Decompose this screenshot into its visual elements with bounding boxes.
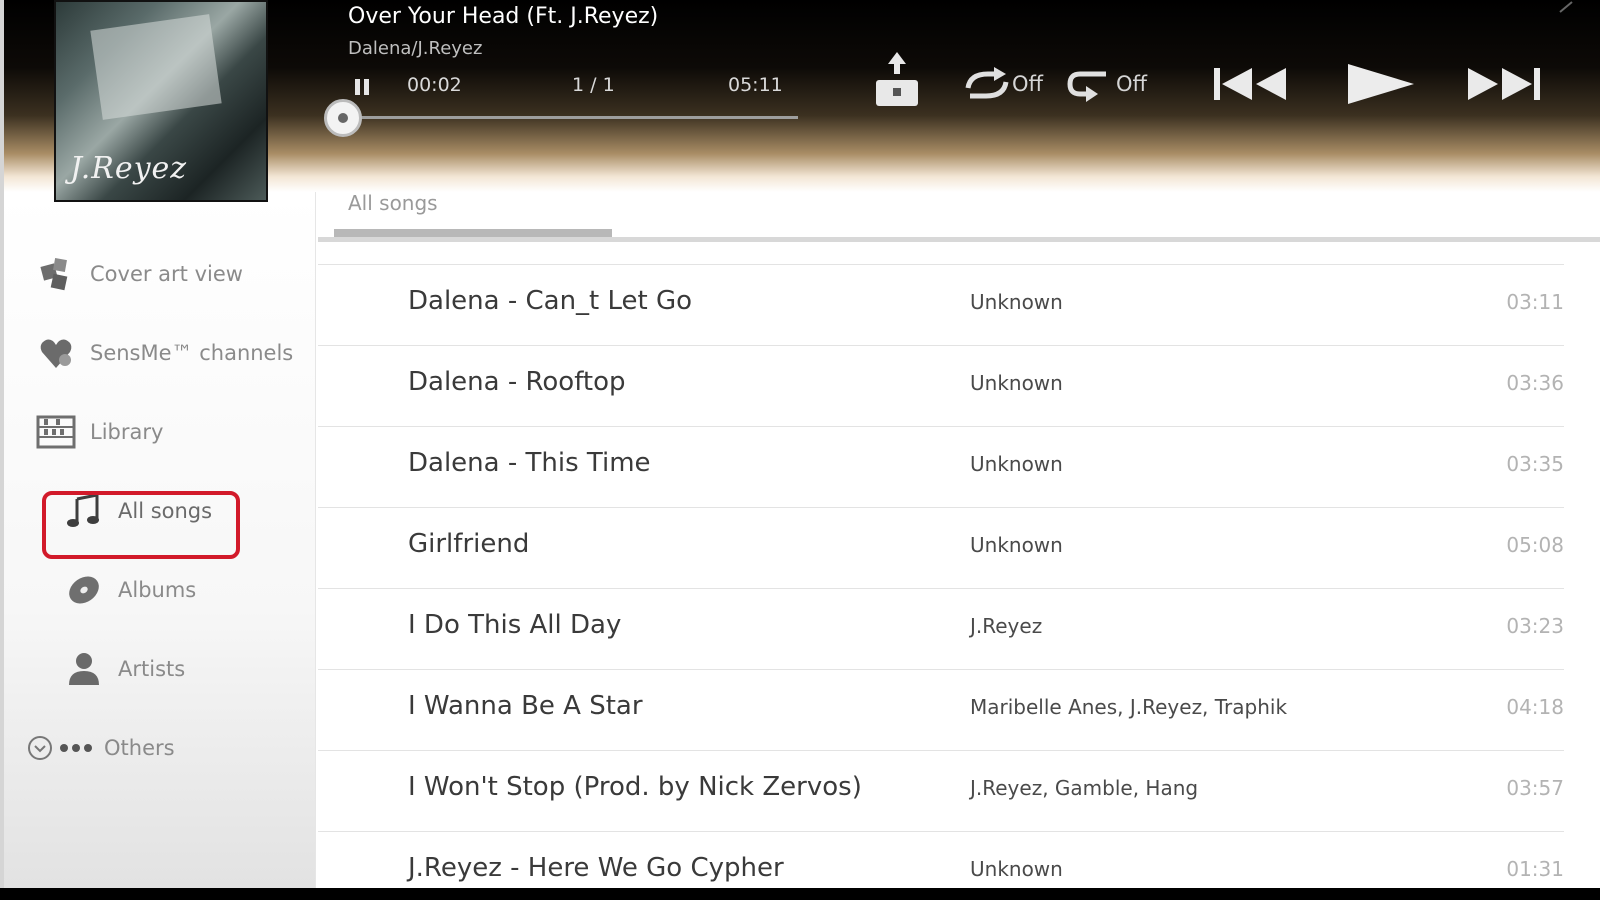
song-artist: Unknown xyxy=(970,857,1063,881)
music-player-app: Over Your Head (Ft. J.Reyez) Dalena/J.Re… xyxy=(0,0,1600,888)
song-row[interactable]: Dalena - This Time Unknown 03:35 xyxy=(318,426,1564,507)
cover-art-figure xyxy=(90,14,222,120)
sidebar-item-others[interactable]: Others xyxy=(26,722,175,774)
song-title: I Won't Stop (Prod. by Nick Zervos) xyxy=(408,772,862,802)
progress-slider-handle[interactable] xyxy=(323,99,362,137)
library-icon xyxy=(36,412,76,452)
song-duration: 03:23 xyxy=(1506,614,1564,638)
song-duration: 03:11 xyxy=(1506,290,1564,314)
person-icon xyxy=(64,649,104,689)
sidebar-item-label: Library xyxy=(90,420,164,444)
song-artist: J.Reyez, Gamble, Hang xyxy=(970,776,1199,800)
progress-bar[interactable] xyxy=(340,116,798,119)
song-list[interactable]: Dalena - Can_t Let Go Unknown 03:11 Dale… xyxy=(318,264,1564,888)
song-title: I Wanna Be A Star xyxy=(408,691,643,721)
song-title: Girlfriend xyxy=(408,529,530,559)
sidebar-item-albums[interactable]: Albums xyxy=(64,564,196,616)
song-duration: 05:08 xyxy=(1506,533,1564,557)
song-row[interactable]: I Wanna Be A Star Maribelle Anes, J.Reye… xyxy=(318,669,1564,750)
active-tab-indicator xyxy=(334,229,612,237)
sidebar-item-label: SensMe™ channels xyxy=(90,341,294,365)
next-track-icon[interactable] xyxy=(1462,64,1542,104)
repeat-state-label: Off xyxy=(1116,72,1147,96)
song-artist: Maribelle Anes, J.Reyez, Traphik xyxy=(970,695,1288,719)
cover-art-signature: J.Reyez xyxy=(70,151,188,186)
song-title: Dalena - Rooftop xyxy=(408,367,626,397)
bottom-edge xyxy=(0,888,1600,900)
elapsed-time: 00:02 xyxy=(407,74,462,96)
song-row[interactable]: J.Reyez - Here We Go Cypher Unknown 01:3… xyxy=(318,831,1564,888)
track-counter: 1 / 1 xyxy=(572,74,615,96)
album-disc-icon xyxy=(64,570,104,610)
song-artist: Unknown xyxy=(970,533,1063,557)
share-upload-icon[interactable] xyxy=(874,50,920,108)
album-cover-art[interactable]: J.Reyez xyxy=(54,0,268,202)
sidebar-item-artists[interactable]: Artists xyxy=(64,643,185,695)
song-row[interactable]: Dalena - Rooftop Unknown 03:36 xyxy=(318,345,1564,426)
song-title: I Do This All Day xyxy=(408,610,622,640)
song-row[interactable]: I Won't Stop (Prod. by Nick Zervos) J.Re… xyxy=(318,750,1564,831)
song-title: Dalena - Can_t Let Go xyxy=(408,286,693,316)
sidebar-item-sensme-channels[interactable]: SensMe™ channels xyxy=(36,327,293,379)
shuffle-state-label: Off xyxy=(1012,72,1043,96)
previous-track-icon[interactable] xyxy=(1212,64,1292,104)
cover-art-icon xyxy=(36,254,76,294)
song-row[interactable]: I Do This All Day J.Reyez 03:23 xyxy=(318,588,1564,669)
selection-highlight-annotation xyxy=(42,491,240,559)
song-artist: Unknown xyxy=(970,371,1063,395)
song-duration: 03:57 xyxy=(1506,776,1564,800)
song-row[interactable]: Dalena - Can_t Let Go Unknown 03:11 xyxy=(318,264,1564,345)
song-artist: Unknown xyxy=(970,452,1063,476)
play-icon[interactable] xyxy=(1344,62,1416,106)
repeat-icon[interactable] xyxy=(1066,64,1114,104)
song-artist: J.Reyez xyxy=(970,614,1043,638)
song-title: Dalena - This Time xyxy=(408,448,651,478)
corner-resize-icon xyxy=(1559,1,1573,13)
song-duration: 01:31 xyxy=(1506,857,1564,881)
song-title: J.Reyez - Here We Go Cypher xyxy=(408,853,784,883)
song-duration: 03:36 xyxy=(1506,371,1564,395)
sensme-heart-icon xyxy=(36,333,76,373)
song-duration: 04:18 xyxy=(1506,695,1564,719)
song-artist: Unknown xyxy=(970,290,1063,314)
sidebar-item-label: Artists xyxy=(118,657,186,681)
sidebar-item-label: Albums xyxy=(118,578,197,602)
sidebar-item-label: Cover art view xyxy=(90,262,243,286)
total-duration: 05:11 xyxy=(728,74,783,96)
sidebar-item-label: Others xyxy=(104,736,175,760)
tab-divider xyxy=(318,237,1600,242)
song-row[interactable]: Girlfriend Unknown 05:08 xyxy=(318,507,1564,588)
song-duration: 03:35 xyxy=(1506,452,1564,476)
sidebar-item-library[interactable]: Library xyxy=(36,406,163,458)
now-playing-artist: Dalena/J.Reyez xyxy=(348,38,483,59)
shuffle-icon[interactable] xyxy=(962,64,1012,104)
sidebar-item-cover-art-view[interactable]: Cover art view xyxy=(36,248,243,300)
window-edge xyxy=(0,0,4,888)
collapse-chevron-icon xyxy=(26,728,54,768)
more-dots-icon xyxy=(54,728,98,768)
tab-all-songs[interactable]: All songs xyxy=(348,191,438,215)
now-playing-title: Over Your Head (Ft. J.Reyez) xyxy=(348,4,659,29)
pause-indicator-icon xyxy=(355,79,371,95)
